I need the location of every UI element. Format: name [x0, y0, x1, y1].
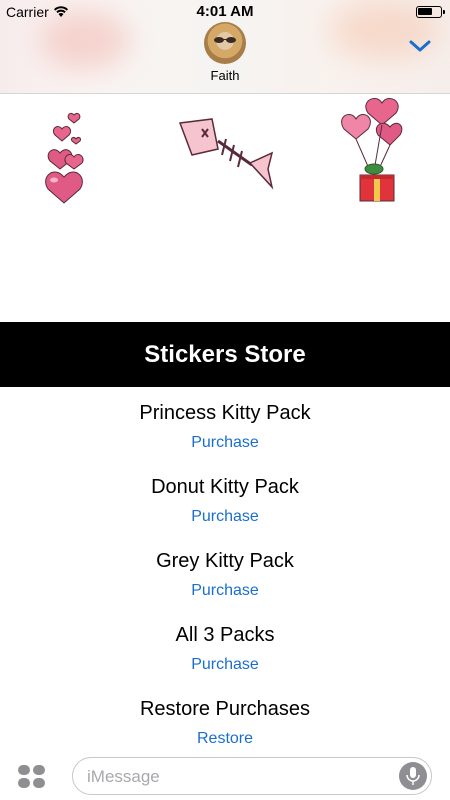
message-input-bar	[0, 752, 450, 800]
status-time: 4:01 AM	[196, 3, 254, 20]
battery-icon	[416, 6, 445, 18]
avatar[interactable]	[204, 22, 246, 64]
microphone-icon[interactable]	[399, 762, 427, 790]
app-drawer-icon[interactable]	[18, 765, 46, 789]
conversation-header: Carrier 4:01 AM Faith	[0, 0, 450, 94]
message-input[interactable]	[87, 766, 387, 788]
purchase-button[interactable]: Purchase	[0, 581, 450, 601]
pack-name: Grey Kitty Pack	[156, 550, 294, 572]
pink-hearts-sticker[interactable]	[36, 105, 96, 209]
purchase-button[interactable]: Purchase	[0, 433, 450, 453]
purchase-button[interactable]: Purchase	[0, 655, 450, 675]
chevron-down-icon[interactable]	[408, 38, 432, 54]
pack-name: Princess Kitty Pack	[139, 402, 311, 424]
pack-item: Restore Purchases Restore	[0, 696, 450, 749]
purchase-button[interactable]: Purchase	[0, 507, 450, 527]
sunglasses-icon	[214, 37, 236, 43]
fish-bone-sticker[interactable]	[172, 113, 278, 193]
pack-item: Princess Kitty Pack Purchase	[0, 400, 450, 453]
stickers-store-title: Stickers Store	[0, 322, 450, 387]
sticker-tray	[0, 95, 450, 322]
pack-item: All 3 Packs Purchase	[0, 622, 450, 675]
pack-name: All 3 Packs	[175, 624, 275, 646]
contact-name[interactable]: Faith	[0, 68, 450, 83]
status-bar: Carrier 4:01 AM	[0, 0, 450, 24]
battery-level	[418, 8, 432, 15]
message-field[interactable]	[72, 757, 432, 795]
pack-item: Donut Kitty Pack Purchase	[0, 474, 450, 527]
heart-balloons-gift-sticker[interactable]	[336, 95, 408, 209]
pack-name: Donut Kitty Pack	[151, 476, 299, 498]
restore-button[interactable]: Restore	[0, 729, 450, 749]
pack-item: Grey Kitty Pack Purchase	[0, 548, 450, 601]
pack-name: Restore Purchases	[139, 698, 311, 720]
